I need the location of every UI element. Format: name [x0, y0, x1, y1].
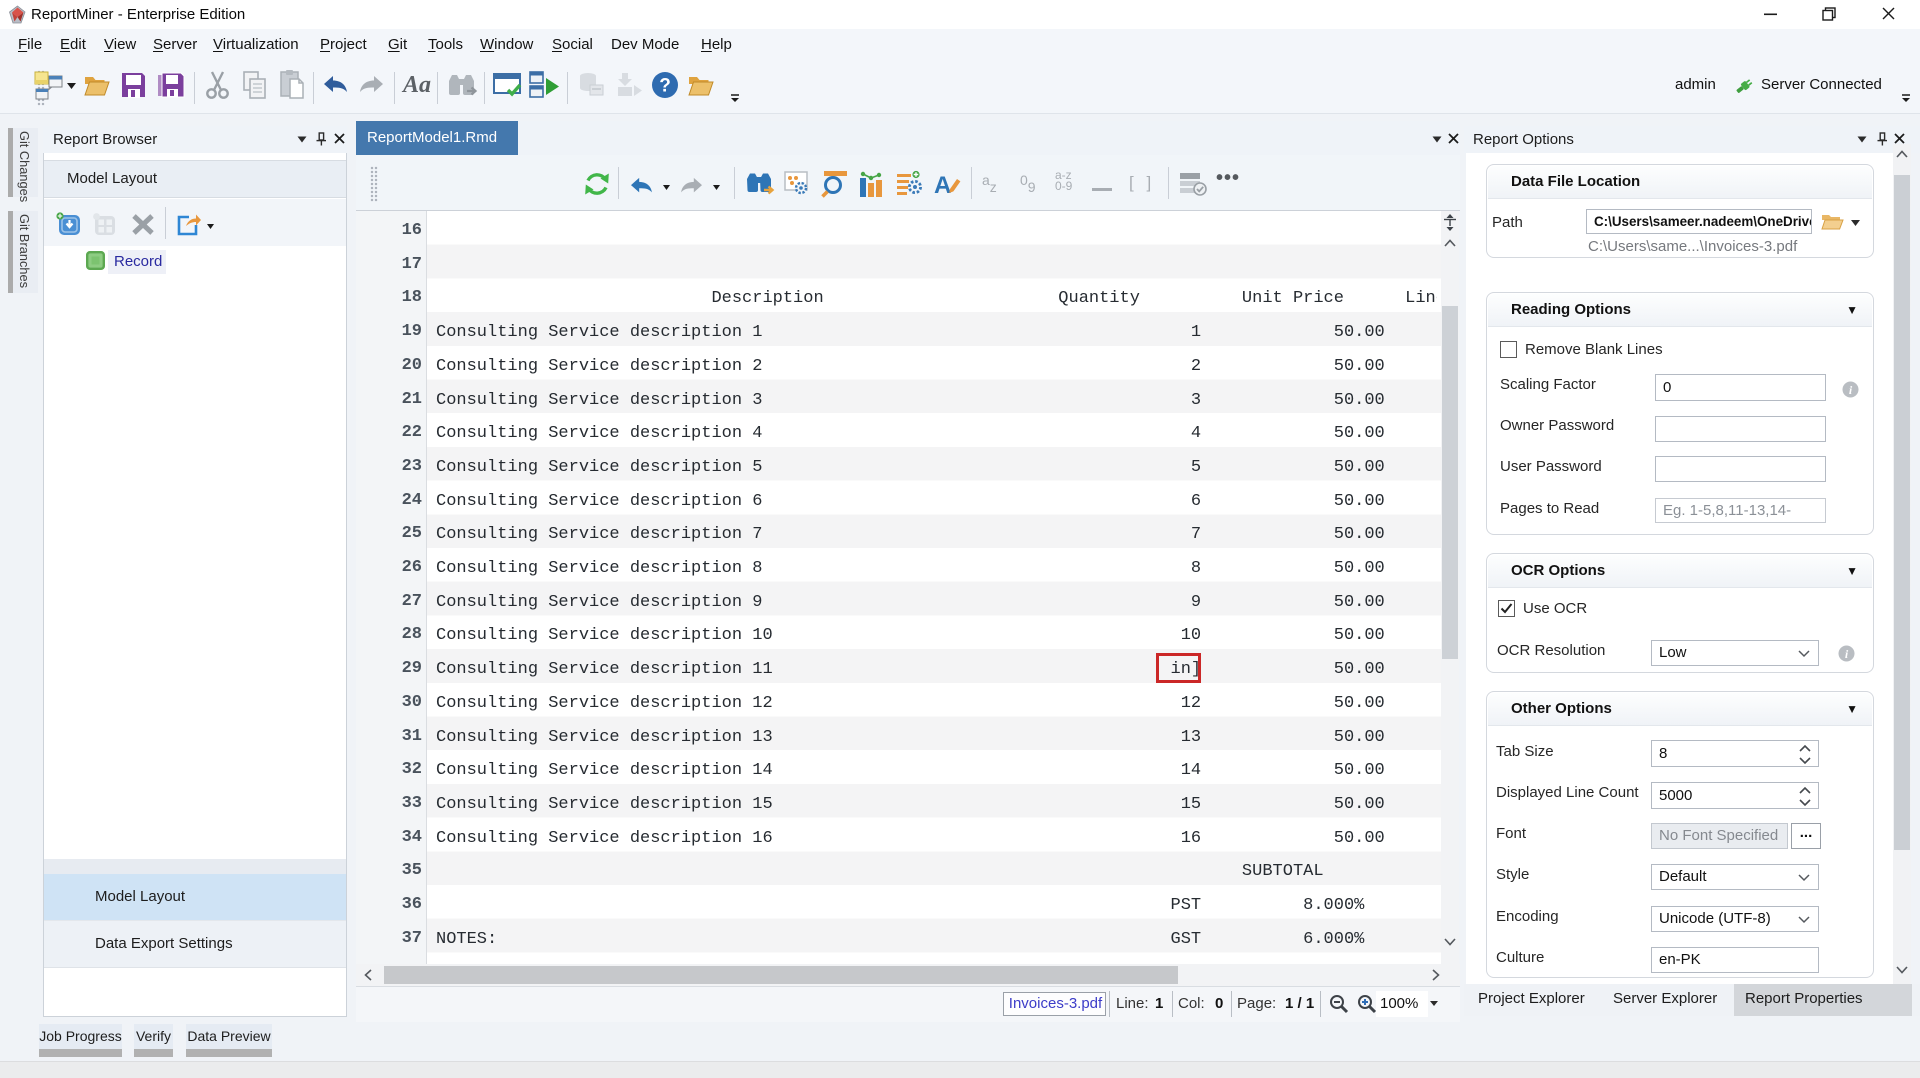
svg-text:A: A: [934, 172, 951, 197]
svg-text:?: ?: [659, 76, 671, 97]
